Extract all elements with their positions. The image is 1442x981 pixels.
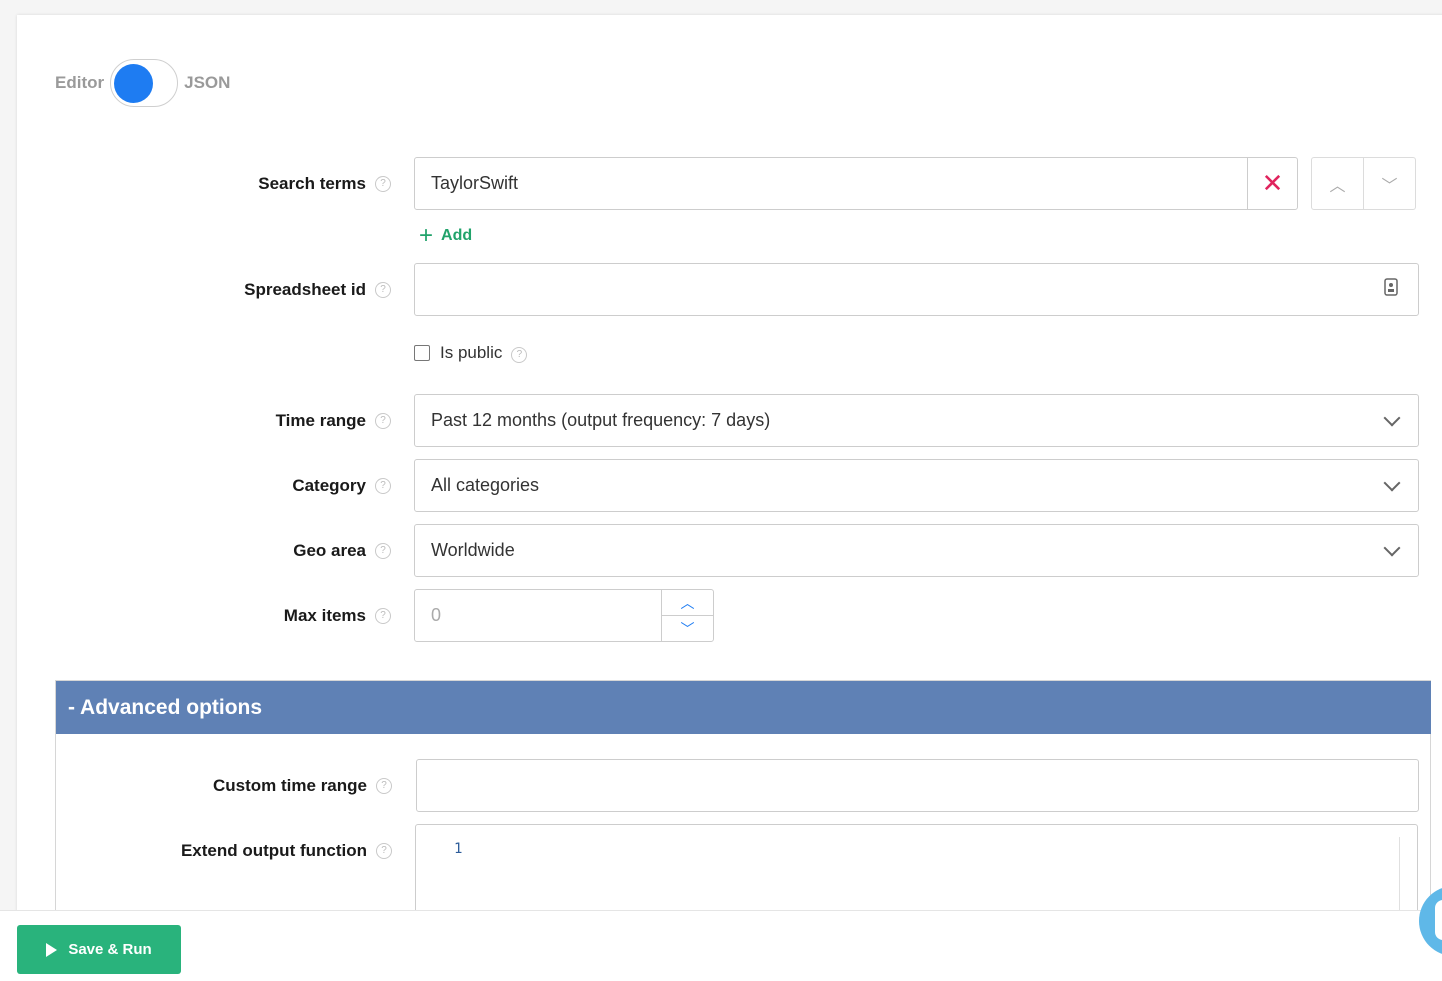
max-items-stepper: ︿ ﹀ bbox=[661, 590, 713, 641]
geo-area-value: Worldwide bbox=[431, 540, 515, 560]
json-label: JSON bbox=[184, 73, 231, 92]
help-icon[interactable]: ? bbox=[375, 608, 391, 624]
increment-icon[interactable]: ︿ bbox=[662, 590, 713, 616]
clear-icon[interactable]: ✕ bbox=[1247, 158, 1297, 209]
help-icon[interactable]: ? bbox=[375, 413, 391, 429]
move-down-icon[interactable]: ﹀ bbox=[1364, 158, 1415, 209]
search-term-input[interactable]: TaylorSwift ✕ bbox=[414, 157, 1298, 210]
chevron-down-icon bbox=[1383, 539, 1401, 556]
help-icon[interactable]: ? bbox=[375, 282, 391, 298]
chat-icon bbox=[1435, 900, 1442, 940]
decrement-icon[interactable]: ﹀ bbox=[662, 616, 713, 641]
editor-scrollbar[interactable] bbox=[1399, 837, 1417, 915]
contact-card-icon bbox=[1384, 278, 1398, 301]
is-public-checkbox[interactable] bbox=[414, 345, 430, 361]
time-range-label: Time range bbox=[275, 411, 366, 430]
advanced-options-section: - Advanced options Custom time range ? E… bbox=[55, 680, 1431, 915]
geo-area-label: Geo area bbox=[293, 541, 366, 560]
help-icon[interactable]: ? bbox=[376, 778, 392, 794]
line-number: 1 bbox=[454, 841, 463, 857]
is-public-label: Is public bbox=[440, 343, 503, 362]
add-search-term-button[interactable]: + Add bbox=[419, 222, 473, 249]
max-items-input[interactable]: 0 ︿ ﹀ bbox=[414, 589, 714, 642]
help-icon[interactable]: ? bbox=[511, 347, 528, 363]
plus-icon: + bbox=[419, 222, 434, 249]
category-value: All categories bbox=[431, 475, 540, 495]
advanced-options-header[interactable]: - Advanced options bbox=[56, 681, 1431, 734]
custom-time-range-label: Custom time range bbox=[213, 776, 367, 795]
help-icon[interactable]: ? bbox=[376, 843, 392, 859]
geo-area-select[interactable]: Worldwide bbox=[414, 524, 1419, 577]
play-icon bbox=[46, 942, 58, 957]
move-up-icon[interactable]: ︿ bbox=[1312, 158, 1364, 209]
toggle-knob bbox=[114, 64, 154, 103]
spreadsheet-id-input[interactable] bbox=[414, 263, 1419, 316]
help-icon[interactable]: ? bbox=[375, 176, 391, 192]
extend-output-function-editor[interactable]: 1 bbox=[415, 824, 1418, 915]
time-range-value: Past 12 months (output frequency: 7 days… bbox=[431, 410, 771, 430]
reorder-buttons: ︿ ﹀ bbox=[1311, 157, 1416, 210]
input-panel: Editor JSON Search terms ? TaylorSwift ✕… bbox=[17, 15, 1442, 915]
custom-time-range-input[interactable] bbox=[416, 759, 1419, 812]
category-select[interactable]: All categories bbox=[414, 459, 1419, 512]
editor-label: Editor bbox=[55, 73, 105, 92]
editor-json-toggle[interactable] bbox=[110, 59, 179, 107]
category-label: Category bbox=[292, 476, 366, 495]
time-range-select[interactable]: Past 12 months (output frequency: 7 days… bbox=[414, 394, 1419, 447]
editor-json-toggle-row: Editor JSON bbox=[55, 59, 230, 107]
add-label: Add bbox=[441, 227, 473, 244]
spreadsheet-id-label: Spreadsheet id bbox=[244, 280, 366, 299]
search-term-value: TaylorSwift bbox=[431, 173, 519, 193]
is-public-row: Is public ? bbox=[414, 343, 528, 363]
help-icon[interactable]: ? bbox=[375, 478, 391, 494]
search-terms-label: Search terms bbox=[258, 174, 366, 193]
chevron-down-icon bbox=[1383, 409, 1401, 426]
help-icon[interactable]: ? bbox=[375, 543, 391, 559]
chevron-down-icon bbox=[1383, 474, 1401, 491]
footer-bar: Save & Run bbox=[0, 910, 1442, 981]
max-items-label: Max items bbox=[283, 606, 366, 625]
save-run-label: Save & Run bbox=[68, 941, 152, 958]
save-run-button[interactable]: Save & Run bbox=[17, 925, 181, 974]
extend-output-function-label: Extend output function bbox=[180, 841, 367, 860]
